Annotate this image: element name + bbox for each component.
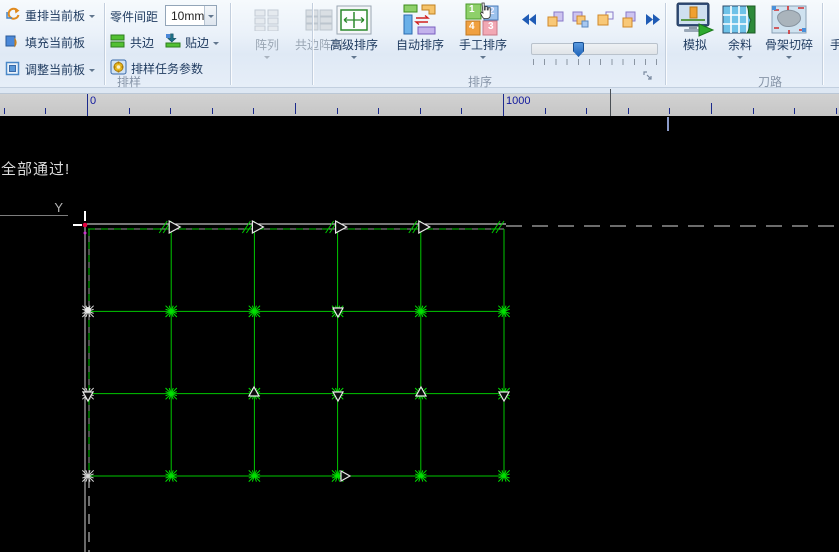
- shared-edge-label: 共边: [130, 34, 154, 51]
- rearrange-icon: [5, 6, 21, 25]
- manual-sort-button[interactable]: 1 2 4 3 手工排序: [452, 2, 514, 74]
- array-dropdown-caret: [264, 56, 270, 62]
- advanced-sort-icon: [336, 2, 372, 38]
- ruler-tick: [669, 108, 670, 114]
- ruler-tick: [212, 108, 213, 114]
- remnant-icon: [722, 2, 758, 38]
- fill-panel-label: 填充当前板: [25, 34, 85, 51]
- advanced-sort-button[interactable]: 高级排序: [323, 2, 385, 74]
- ruler-tick: [337, 108, 338, 114]
- group-separator: [312, 3, 313, 85]
- clipped-right-label: 手: [830, 38, 839, 52]
- skeleton-cut-icon: [771, 2, 807, 38]
- ruler-tick: [711, 103, 712, 114]
- simulate-label: 模拟: [683, 38, 707, 52]
- manual-sort-num-1: 1: [469, 4, 475, 15]
- auto-sort-icon: [402, 2, 438, 38]
- order-bring-front-icon[interactable]: [570, 10, 590, 28]
- nesting-app-window: 重排当前板 填充当前板 调整当前板 零件间距 10mm: [0, 0, 839, 552]
- ruler-tick: [753, 108, 754, 114]
- first-part-button[interactable]: [519, 10, 539, 28]
- group-separator: [665, 3, 666, 85]
- advanced-sort-dropdown-caret[interactable]: [351, 56, 357, 62]
- shared-edge-button[interactable]: 共边: [107, 30, 157, 55]
- ruler-tick: [461, 108, 462, 114]
- part-spacing-label: 零件间距: [107, 4, 161, 29]
- ribbon-toolbar: 重排当前板 填充当前板 调整当前板 零件间距 10mm: [0, 0, 839, 88]
- ruler-tick: [170, 108, 171, 114]
- simulate-button[interactable]: 模拟: [669, 2, 721, 74]
- rearrange-dropdown-caret[interactable]: [89, 15, 95, 21]
- shared-edge-icon: [110, 33, 126, 52]
- edge-snap-icon: [165, 33, 181, 52]
- slider-handle[interactable]: [573, 42, 584, 57]
- adjust-panel-icon: [5, 60, 21, 79]
- adjust-dropdown-caret[interactable]: [89, 69, 95, 75]
- part-spacing-combobox[interactable]: 10mm: [165, 5, 217, 26]
- ruler-tick: [545, 108, 546, 114]
- group-separator: [822, 3, 823, 85]
- group-separator: [230, 3, 231, 85]
- adjust-panel-button[interactable]: 调整当前板: [2, 57, 102, 82]
- skeleton-cut-dropdown-caret[interactable]: [786, 56, 792, 62]
- ruler-tick: [836, 108, 837, 114]
- ruler-tick: [45, 108, 46, 114]
- order-bring-forward-icon[interactable]: [545, 10, 565, 28]
- y-axis-label: Y: [54, 200, 63, 215]
- sort-order-slider[interactable]: [531, 43, 658, 55]
- slider-tick-marks: [533, 59, 657, 65]
- sort-group-dialog-launcher[interactable]: [643, 69, 654, 80]
- nesting-canvas[interactable]: 全部通过! Y: [0, 116, 839, 552]
- remnant-label: 余料: [728, 38, 752, 52]
- ruler-label: 0: [90, 95, 96, 107]
- manual-sort-dropdown-caret[interactable]: [480, 56, 486, 62]
- part-spacing-value: 10mm: [171, 9, 204, 23]
- edge-snap-dropdown-caret[interactable]: [213, 42, 219, 48]
- ruler-tick: [378, 108, 379, 114]
- ruler-label: 1000: [506, 95, 530, 107]
- ruler-tick: [420, 108, 421, 114]
- array-label: 阵列: [255, 38, 279, 52]
- last-part-button[interactable]: [643, 10, 663, 28]
- ruler-tick: [253, 108, 254, 114]
- sheet-and-parts-drawing[interactable]: [0, 116, 839, 552]
- ruler-tick: [129, 108, 130, 114]
- array-icon: [254, 2, 280, 38]
- ruler-tick: [87, 94, 88, 116]
- auto-sort-button[interactable]: 自动排序: [389, 2, 451, 74]
- ruler-tick: [628, 108, 629, 114]
- skeleton-cut-label: 骨架切碎: [765, 38, 813, 52]
- advanced-sort-label: 高级排序: [330, 38, 378, 52]
- rearrange-panel-button[interactable]: 重排当前板: [2, 3, 102, 28]
- simulate-icon: [675, 2, 715, 38]
- status-text: 全部通过!: [1, 158, 70, 179]
- ruler-tick: [4, 108, 5, 114]
- remnant-dropdown-caret[interactable]: [737, 56, 743, 62]
- y-axis-indicator: Y: [0, 200, 68, 216]
- manual-sort-num-4: 4: [469, 21, 475, 32]
- manual-sort-num-3: 3: [488, 21, 494, 32]
- ruler-tick: [794, 108, 795, 114]
- hand-cursor-icon: [478, 2, 492, 19]
- adjust-panel-label: 调整当前板: [25, 61, 85, 78]
- manual-sort-label: 手工排序: [459, 38, 507, 52]
- edge-snap-button[interactable]: 贴边: [162, 30, 222, 55]
- auto-sort-label: 自动排序: [396, 38, 444, 52]
- edge-snap-label: 贴边: [185, 34, 209, 51]
- fill-panel-icon: [5, 33, 21, 52]
- order-send-backward-icon[interactable]: [595, 10, 615, 28]
- ruler-tick: [295, 103, 296, 114]
- fill-panel-button[interactable]: 填充当前板: [2, 30, 102, 55]
- horizontal-ruler: 0 1000: [0, 94, 839, 116]
- part-spacing-dropdown[interactable]: [204, 6, 216, 25]
- order-send-back-icon[interactable]: [620, 10, 640, 28]
- remnant-button[interactable]: 余料: [716, 2, 764, 74]
- ruler-tick: [503, 94, 504, 116]
- ruler-tick: [610, 89, 611, 116]
- manual-sort-icon: 1 2 4 3: [465, 2, 501, 38]
- rearrange-label: 重排当前板: [25, 7, 85, 24]
- clipped-right-button[interactable]: 手: [826, 2, 839, 74]
- ruler-tick: [586, 108, 587, 114]
- skeleton-cut-button[interactable]: 骨架切碎: [758, 2, 820, 74]
